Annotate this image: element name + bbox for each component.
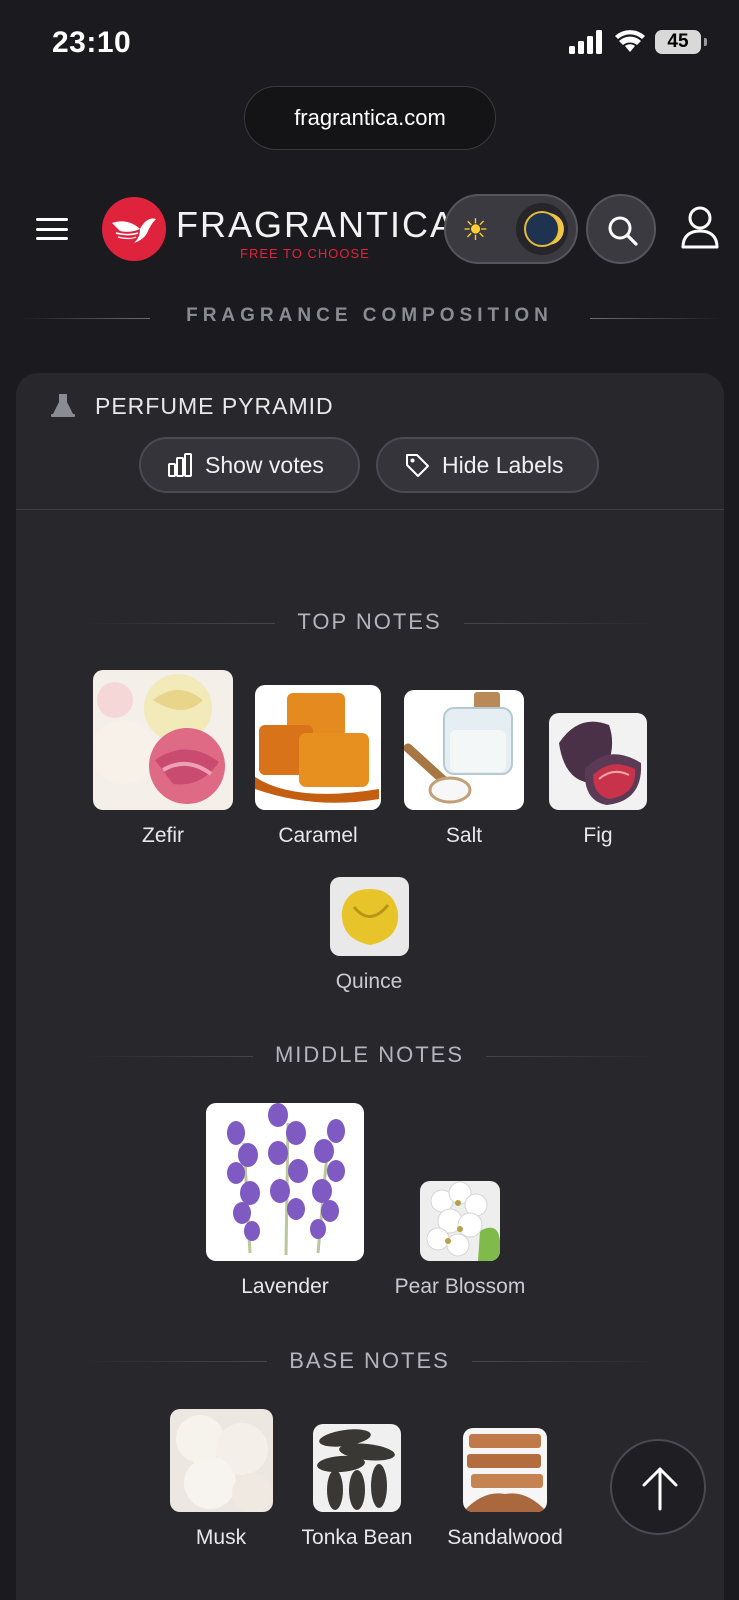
search-icon[interactable] <box>606 214 640 248</box>
pear-blossom-label: Pear Blossom <box>394 1275 526 1298</box>
tonka-bean-image[interactable] <box>313 1424 401 1512</box>
show-votes-button[interactable]: Show votes <box>139 437 360 493</box>
quince-label: Quince <box>335 970 403 993</box>
hide-labels-button[interactable]: Hide Labels <box>376 437 599 493</box>
musk-label: Musk <box>195 1526 247 1549</box>
tag-icon <box>406 454 429 477</box>
quince-image[interactable] <box>329 877 409 956</box>
base-notes-heading: BASE NOTES <box>0 1342 739 1379</box>
note-musk[interactable]: Musk <box>166 1409 276 1550</box>
arrow-up-icon[interactable] <box>640 1465 680 1511</box>
note-salt[interactable]: Salt <box>401 690 527 848</box>
salt-label: Salt <box>445 824 483 847</box>
middle-notes-heading: MIDDLE NOTES <box>0 1036 739 1073</box>
fig-label: Fig <box>583 824 613 847</box>
tonka-bean-label: Tonka Bean <box>301 1526 413 1549</box>
moon-icon[interactable] <box>516 203 568 255</box>
wifi-icon <box>615 30 645 52</box>
salt-image[interactable] <box>404 690 524 810</box>
address-bar[interactable]: fragrantica.com <box>244 86 496 150</box>
cellular-signal-icon <box>569 30 602 54</box>
fragrantica-logo-icon[interactable] <box>102 197 166 261</box>
middle-notes-heading-text: MIDDLE NOTES <box>252 1036 487 1073</box>
note-caramel[interactable]: Caramel <box>253 685 383 848</box>
scroll-to-top-button[interactable] <box>610 1439 706 1535</box>
brand-name[interactable]: FRAGRANTICA <box>176 204 456 246</box>
theme-toggle[interactable]: ☀ <box>444 194 578 264</box>
note-fig[interactable]: Fig <box>544 713 652 848</box>
sun-icon[interactable]: ☀ <box>462 213 489 248</box>
hide-labels-label: Hide Labels <box>442 451 564 478</box>
sandalwood-label: Sandalwood <box>447 1526 563 1549</box>
fig-image[interactable] <box>549 713 647 810</box>
caramel-image[interactable] <box>255 685 381 810</box>
status-time: 23:10 <box>52 26 132 59</box>
status-bar: 23:10 45 <box>0 0 739 90</box>
site-header: FRAGRANTICA FREE TO CHOOSE ☀ <box>0 190 739 270</box>
show-votes-label: Show votes <box>205 451 324 478</box>
heading-divider-right <box>590 318 720 319</box>
lavender-label: Lavender <box>241 1275 329 1298</box>
zefir-image[interactable] <box>93 670 233 810</box>
pear-blossom-image[interactable] <box>420 1181 500 1261</box>
card-divider <box>16 509 724 510</box>
section-title: FRAGRANCE COMPOSITION <box>186 305 553 326</box>
hamburger-menu-icon[interactable] <box>36 218 68 240</box>
musk-image[interactable] <box>169 1409 273 1512</box>
user-icon[interactable] <box>680 206 720 255</box>
status-icons: 45 <box>569 30 707 54</box>
top-notes-heading-text: TOP NOTES <box>275 603 464 640</box>
bar-chart-icon <box>168 453 192 477</box>
search-button[interactable] <box>586 194 656 264</box>
sandalwood-image[interactable] <box>463 1428 547 1512</box>
note-pear-blossom[interactable]: Pear Blossom <box>380 1181 540 1299</box>
note-sandalwood[interactable]: Sandalwood <box>438 1428 572 1550</box>
flask-icon <box>50 392 76 423</box>
pyramid-title: PERFUME PYRAMID <box>95 393 334 419</box>
caramel-label: Caramel <box>278 824 358 847</box>
battery-indicator: 45 <box>655 30 707 54</box>
note-quince[interactable]: Quince <box>309 877 429 994</box>
note-zefir[interactable]: Zefir <box>88 670 238 848</box>
top-notes-heading: TOP NOTES <box>0 603 739 640</box>
base-notes-heading-text: BASE NOTES <box>267 1342 472 1379</box>
lavender-image[interactable] <box>206 1103 364 1261</box>
brand-tagline: FREE TO CHOOSE <box>240 246 370 261</box>
note-tonka-bean[interactable]: Tonka Bean <box>294 1424 420 1550</box>
note-lavender[interactable]: Lavender <box>203 1103 367 1299</box>
zefir-label: Zefir <box>142 824 184 847</box>
